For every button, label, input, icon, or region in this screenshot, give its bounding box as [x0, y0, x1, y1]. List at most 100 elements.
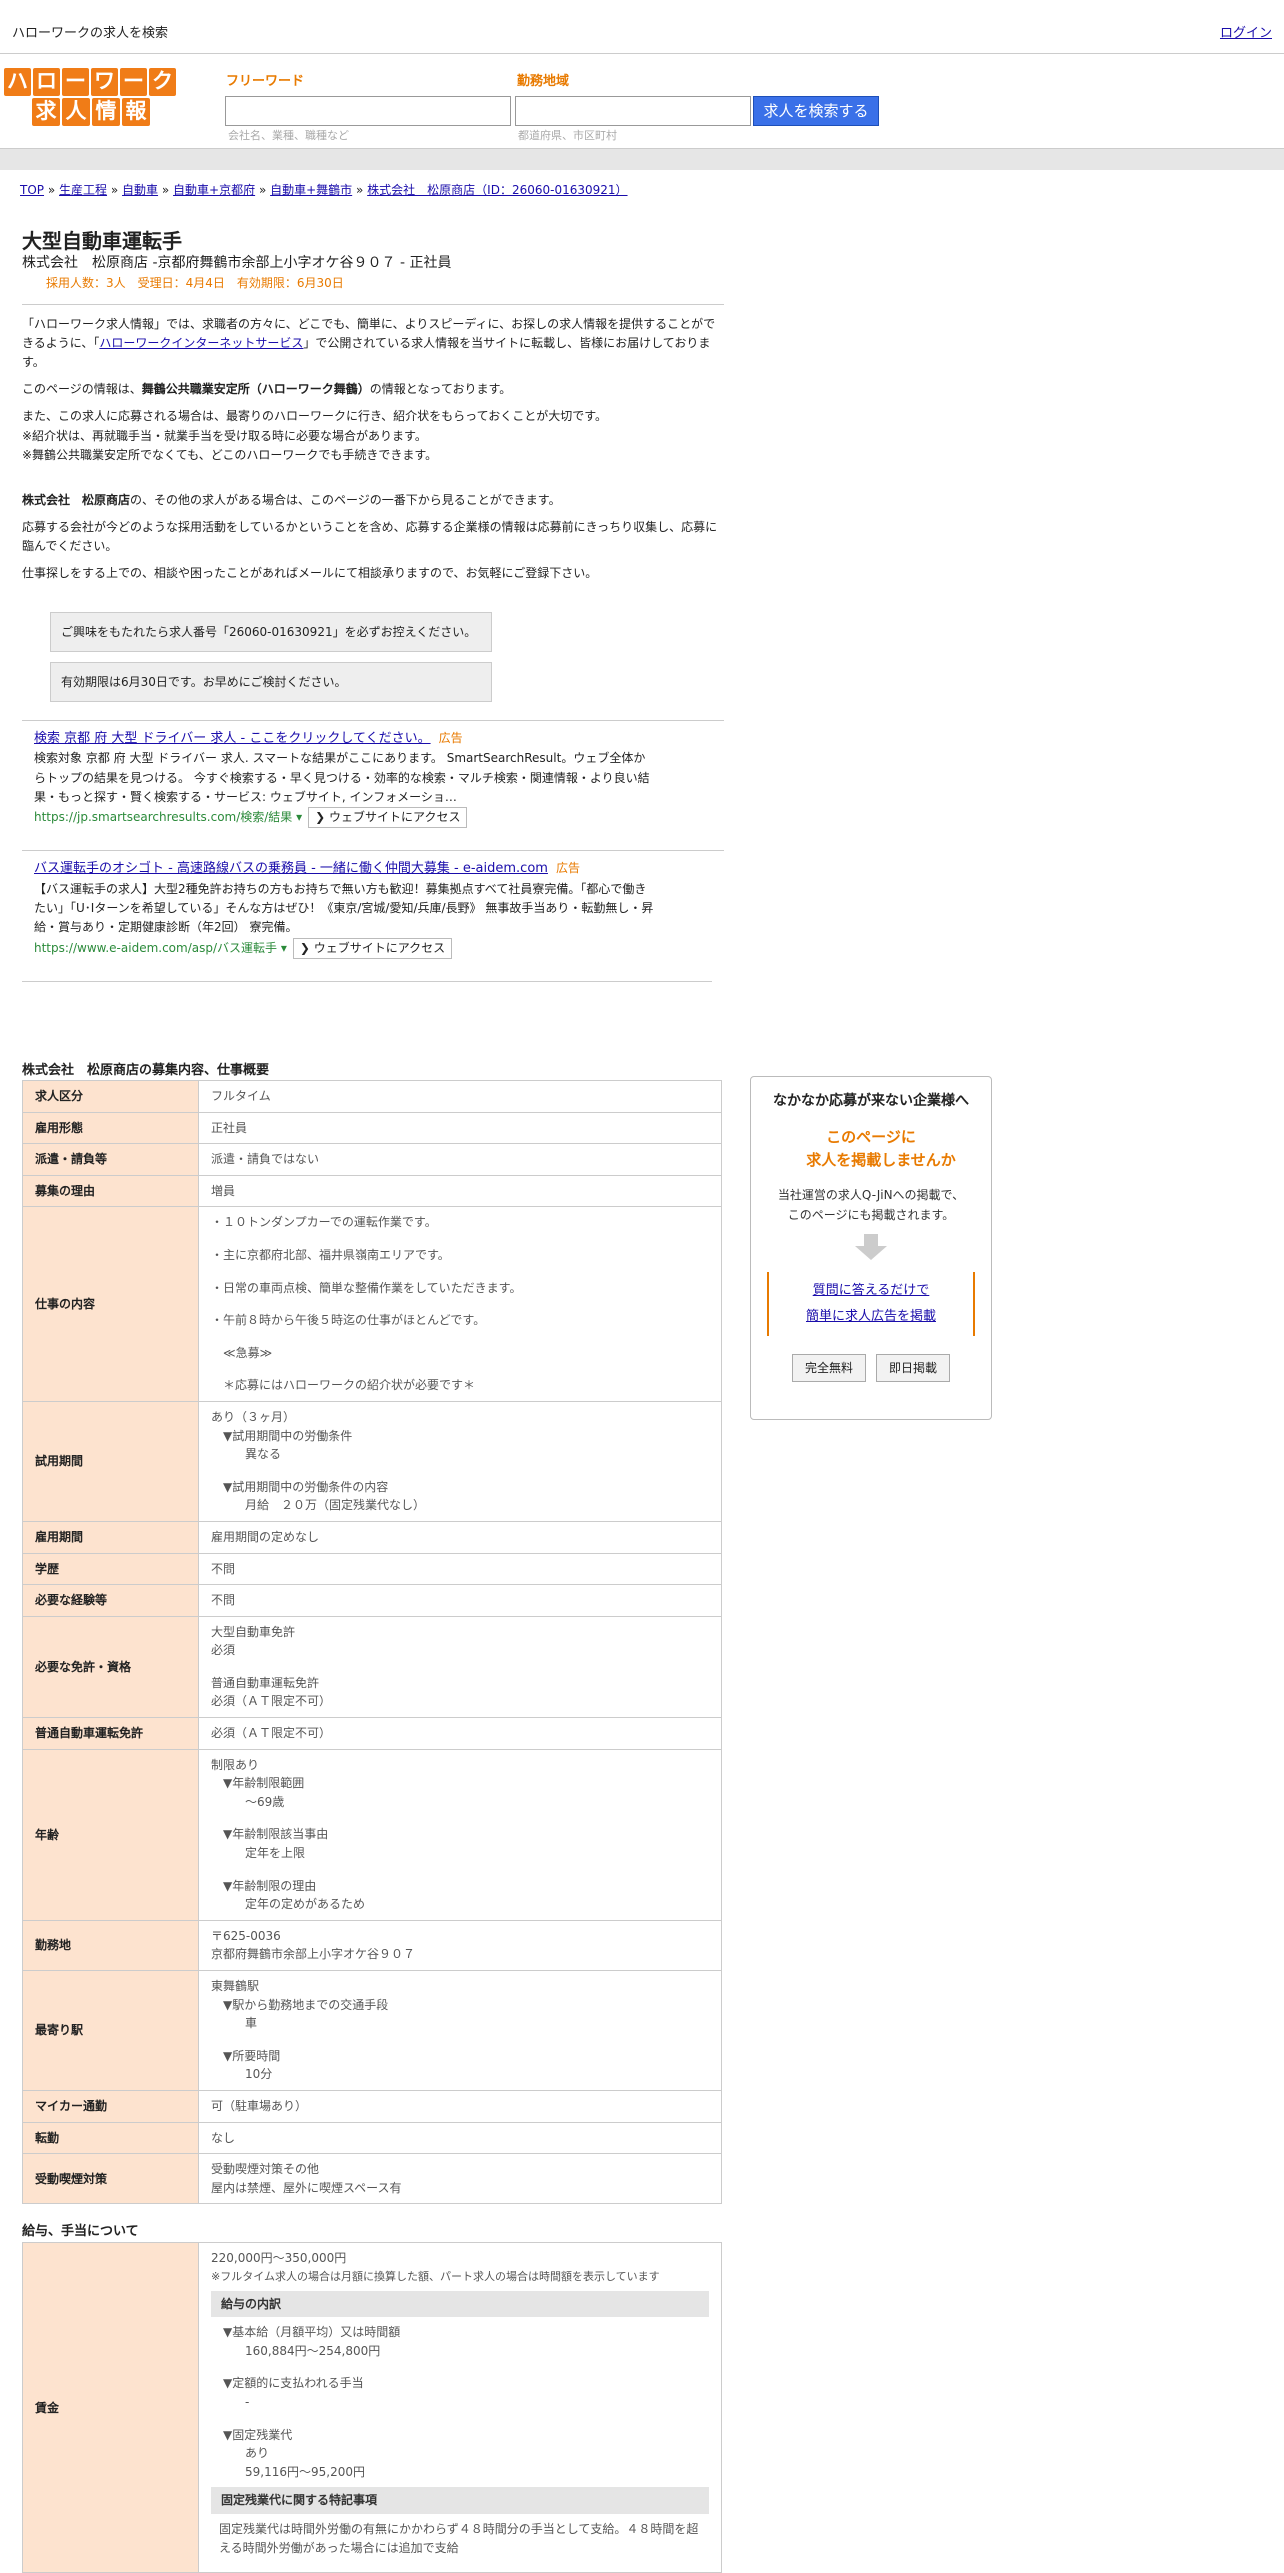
table-key: 必要な経験等	[22, 1584, 199, 1617]
table-value: 大型自動車免許 必須 普通自動車運転免許 必須（ＡＴ限定不可）	[198, 1615, 722, 1719]
freeword-hint: 会社名、業種、職種など	[228, 129, 349, 142]
table-row: 必要な免許・資格 大型自動車免許 必須 普通自動車運転免許 必須（ＡＴ限定不可）	[22, 1615, 722, 1719]
table-value: ・１０トンダンプカーでの運転作業です。 ・主に京都府北部、福井県嶺南エリアです。・…	[198, 1206, 722, 1402]
promo-description: 当社運営の求人Q-JiNへの掲載で、 このページにも掲載されます。	[777, 1188, 965, 1223]
table-value: 制限あり ▼年齢制限範囲 〜69歳 ▼年齢制限該当事由 定年を上限 ▼年齢制限の理由 …	[198, 1748, 722, 1921]
promo-link-questions[interactable]: 質問に答えるだけで	[813, 1283, 930, 1298]
ad-url[interactable]: https://jp.smartsearchresults.com/検索/結果	[34, 810, 292, 824]
login-link[interactable]: ログイン	[1220, 24, 1272, 44]
search-header: ハローワーク 求人情報 フリーワード 会社名、業種、職種など 勤務地域 都道府県…	[0, 54, 1284, 148]
promo-links: 質問に答えるだけで 簡単に求人広告を掲載	[767, 1272, 975, 1337]
table-value: 雇用期間の定めなし	[198, 1520, 722, 1554]
intro-paragraph-1: 「ハローワーク求人情報」では、求職者の方々に、どこでも、簡単に、よりスピーディに…	[22, 316, 716, 369]
intro-paragraph-6: 仕事探しをする上での、相談や困ったことがあればメールにて相談承りますので、お気軽…	[22, 566, 598, 581]
breadcrumb-maizuru[interactable]: 自動車+舞鶴市	[270, 183, 352, 197]
intro-paragraph-5: 応募する会社が今どのような採用活動をしているかということを含め、応募する企業様の…	[22, 520, 718, 554]
site-title: ハローワークの求人を検索	[12, 26, 169, 41]
ad-link-2[interactable]: バス運転手のオシゴト - 高速路線バスの乗務員 - 一緒に働く仲間大募集 - e…	[34, 861, 548, 876]
table-key: 学歴	[22, 1552, 199, 1586]
wage-breakdown-head: 給与の内訳	[211, 2290, 709, 2318]
table-row: 転勤 なし	[22, 2121, 722, 2155]
table-row: 賃金 220,000円〜350,000円 ※フルタイム求人の場合は月額に換算した…	[22, 2242, 722, 2573]
table-key: 雇用期間	[22, 1520, 199, 1554]
same-day-button[interactable]: 即日掲載	[876, 1354, 951, 1383]
free-badge-button[interactable]: 完全無料	[791, 1354, 866, 1383]
table-key: 求人区分	[22, 1080, 199, 1113]
table-row: 学歴 不問	[22, 1552, 722, 1586]
section-title-recruitment: 株式会社 松原商店の募集内容、仕事概要	[22, 1063, 270, 1078]
table-row: 必要な経験等 不問	[22, 1584, 722, 1617]
table-value: 正社員	[198, 1111, 722, 1145]
table-key: 最寄り駅	[22, 1970, 199, 2091]
table-value: 受動喫煙対策その他 屋内は禁煙、屋外に喫煙スペース有	[198, 2153, 722, 2205]
fixed-overtime-head: 固定残業代に関する特記事項	[211, 2487, 709, 2514]
fixed-overtime-note: 固定残業代は時間外労働の有無にかかわらず４８時間分の手当として支給。４８時間を超…	[219, 2521, 699, 2555]
area-label: 勤務地域	[517, 74, 570, 89]
ad-visit-button[interactable]: ❯ ウェブサイトにアクセス	[292, 937, 453, 959]
table-row: 募集の理由 増員	[22, 1174, 722, 1208]
freeword-input[interactable]	[225, 96, 511, 126]
wage-amount: 220,000円〜350,000円	[211, 2251, 347, 2265]
table-value: 〒625-0036 京都府舞鶴市余部上小字オケ谷９０７	[198, 1919, 722, 1972]
breadcrumb-automobile[interactable]: 自動車	[122, 183, 158, 197]
freeword-label: フリーワード	[226, 74, 305, 89]
table-value: フルタイム	[198, 1080, 722, 1113]
logo-char: ク	[149, 68, 176, 96]
table-row: 試用期間 あり（３ヶ月） ▼試用期間中の労働条件 異なる ▼試用期間中の労働条件の内容…	[22, 1400, 722, 1522]
table-value: 不問	[198, 1584, 722, 1617]
table-key: 仕事の内容	[22, 1206, 199, 1402]
table-value: あり（３ヶ月） ▼試用期間中の労働条件 異なる ▼試用期間中の労働条件の内容 月給 …	[198, 1400, 722, 1522]
logo-char: ー	[62, 68, 89, 96]
table-row: 年齢 制限あり ▼年齢制限範囲 〜69歳 ▼年齢制限該当事由 定年を上限 ▼年齢制限の理…	[22, 1748, 722, 1921]
logo-char: ハ	[4, 68, 31, 96]
ad-block-1: 検索 京都 府 大型 ドライバー 求人 - ここをクリックしてください。 広告 検…	[22, 719, 724, 837]
table-row: 仕事の内容 ・１０トンダンプカーでの運転作業です。 ・主に京都府北部、福井県嶺南エリ…	[22, 1206, 722, 1402]
table-value: なし	[198, 2121, 722, 2155]
table-value: 東舞鶴駅 ▼駅から勤務地までの交通手段 車 ▼所要時間 10分	[198, 1970, 722, 2091]
promo-link-post[interactable]: 簡単に求人広告を掲載	[806, 1309, 936, 1324]
table-key: マイカー通勤	[22, 2089, 199, 2123]
ad-link-1[interactable]: 検索 京都 府 大型 ドライバー 求人 - ここをクリックしてください。	[34, 731, 431, 746]
arrow-down-icon	[855, 1233, 887, 1260]
ad-tag: 広告	[555, 861, 580, 876]
ad-url[interactable]: https://www.e-aidem.com/asp/バス運転手	[34, 941, 277, 955]
table-key: 受動喫煙対策	[22, 2153, 199, 2205]
table-key: 派遣・請負等	[22, 1143, 199, 1176]
breadcrumb-production[interactable]: 生産工程	[59, 183, 107, 197]
area-input[interactable]	[515, 96, 751, 126]
grey-divider	[0, 148, 1284, 170]
section-title-wage: 給与、手当について	[22, 2224, 139, 2239]
hellowork-internet-link[interactable]: ハローワークインターネットサービス	[99, 336, 303, 350]
table-row: 派遣・請負等 派遣・請負ではない	[22, 1143, 722, 1176]
breadcrumb-kyoto[interactable]: 自動車+京都府	[173, 183, 255, 197]
intro-paragraph-3: また、この求人に応募される場合は、最寄りのハローワークに行き、紹介状をもらってお…	[22, 409, 608, 462]
notice-expiry: 有効期限は6月30日です。お早めにご検討ください。	[50, 661, 492, 702]
table-row: マイカー通勤 可（駐車場あり）	[22, 2089, 722, 2123]
ad-tag: 広告	[438, 730, 463, 745]
job-title: 大型自動車運転手	[22, 229, 182, 253]
logo-char: 情	[92, 98, 120, 126]
job-subtitle: 株式会社 松原商店 -京都府舞鶴市余部上小字オケ谷９０７ - 正社員	[22, 255, 452, 271]
table-key: 転勤	[22, 2121, 199, 2155]
breadcrumb-top[interactable]: TOP	[20, 183, 44, 197]
table-key: 賃金	[22, 2242, 199, 2573]
promo-heading: なかなか応募が来ない企業様へ	[773, 1093, 969, 1109]
hellowork-logo[interactable]: ハローワーク 求人情報	[4, 68, 180, 126]
intro-paragraph-4: 株式会社 松原商店の、その他の求人がある場合は、このページの一番下から見ることが…	[22, 492, 561, 507]
breadcrumb: TOP » 生産工程 » 自動車 » 自動車+京都府 » 自動車+舞鶴市 » 株…	[20, 183, 628, 197]
table-value: 派遣・請負ではない	[198, 1143, 722, 1176]
notice-job-number: ご興味をもたれたら求人番号「26060-01630921」を必ずお控えください。	[50, 611, 492, 652]
table-value: 必須（ＡＴ限定不可）	[198, 1717, 722, 1750]
employer-promo-box: なかなか応募が来ない企業様へ このページに 求人を掲載しませんか 当社運営の求人Q…	[750, 1076, 992, 1420]
table-value: 不問	[198, 1552, 722, 1586]
search-button[interactable]: 求人を検索する	[753, 96, 879, 126]
table-key: 年齢	[22, 1748, 199, 1921]
ad-visit-button[interactable]: ❯ ウェブサイトにアクセス	[308, 807, 468, 829]
table-key: 普通自動車運転免許	[22, 1717, 199, 1750]
table-row: 求人区分 フルタイム	[22, 1080, 722, 1113]
area-hint: 都道府県、市区町村	[518, 129, 617, 142]
table-row: 雇用形態 正社員	[22, 1111, 722, 1145]
logo-char: 人	[62, 98, 90, 126]
breadcrumb-company[interactable]: 株式会社 松原商店（ID：26060-01630921）	[367, 183, 627, 197]
logo-char: 求	[32, 98, 60, 126]
